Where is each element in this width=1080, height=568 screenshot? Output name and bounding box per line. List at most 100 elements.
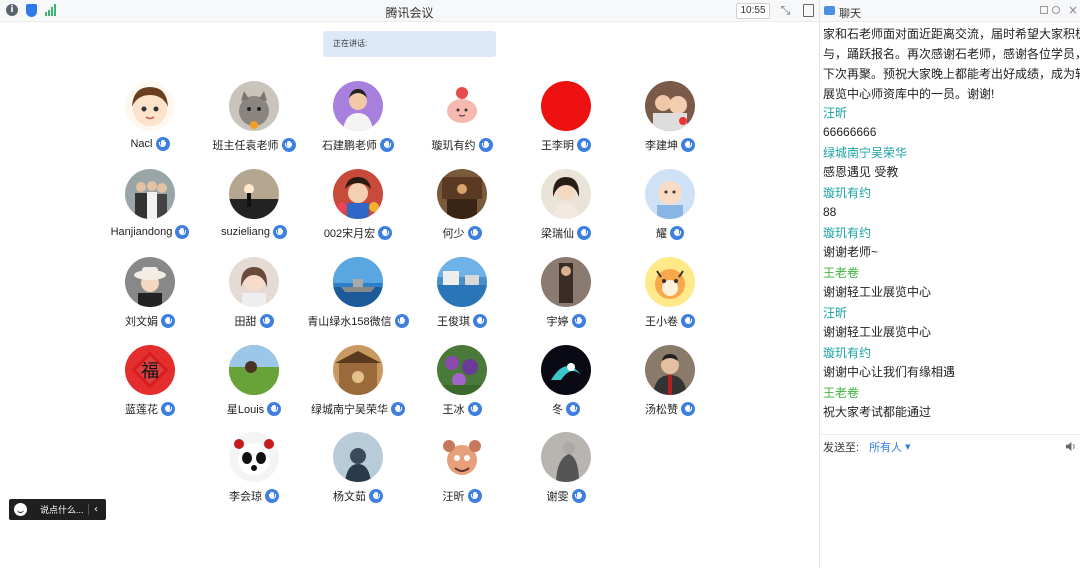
- avatar: 福: [125, 345, 175, 395]
- send-target-select[interactable]: 所有人: [869, 439, 902, 455]
- participant-name: 冬: [552, 404, 563, 416]
- mic-icon: [473, 314, 487, 328]
- mic-icon: [467, 489, 482, 503]
- speaker-icon[interactable]: [1065, 441, 1076, 452]
- participant-tile[interactable]: 李建坤: [618, 81, 722, 161]
- send-to-label: 发送至:: [823, 441, 860, 454]
- chat-sender[interactable]: 汪昕: [823, 304, 1080, 322]
- participant-tile[interactable]: 王冰: [410, 345, 514, 425]
- chat-bubble-icon: [824, 6, 835, 15]
- chat-sender[interactable]: 璇玑有约: [823, 224, 1080, 242]
- participant-tile[interactable]: 璇玑有约: [410, 81, 514, 161]
- avatar: [645, 345, 695, 395]
- participant-name: suzieliang: [221, 226, 270, 238]
- participant-tile[interactable]: 何少: [410, 169, 514, 249]
- participant-name-row: 李建坤: [618, 137, 722, 153]
- participant-tile[interactable]: 绿城南宁吴荣华: [306, 345, 410, 425]
- avatar: [541, 257, 591, 307]
- participant-tile[interactable]: 王小卷: [618, 257, 722, 337]
- say-something-label: 说点什么...: [40, 505, 84, 515]
- chat-sender[interactable]: 王老卷: [823, 384, 1080, 402]
- participant-name: 李建坤: [645, 140, 678, 152]
- chat-panel: 聊天 × 家和石老师面对面近距离交流，届时希望大家积极参 与，踊跃报名。再次感谢…: [819, 0, 1080, 568]
- participant-tile[interactable]: 杨文茹: [306, 432, 410, 512]
- collapse-chevron-icon[interactable]: ‹: [88, 504, 98, 515]
- mic-icon: [681, 402, 695, 416]
- mic-icon: [378, 226, 393, 240]
- mic-icon: [681, 138, 695, 152]
- chat-text-line: 家和石老师面对面近距离交流，届时希望大家积极参: [823, 27, 1080, 41]
- participant-tile[interactable]: 李会琼: [202, 432, 306, 512]
- participant-name-row: 梁瑞仙: [514, 225, 618, 241]
- participant-tile[interactable]: 耀: [618, 169, 722, 249]
- mic-icon: [391, 402, 405, 416]
- chat-sender[interactable]: 汪昕: [823, 104, 1080, 122]
- mic-icon: [577, 226, 591, 240]
- avatar: [333, 257, 383, 307]
- participant-name-row: Nacl: [98, 137, 202, 151]
- chat-title: 聊天: [839, 8, 861, 20]
- chat-input[interactable]: [820, 458, 1080, 568]
- chat-sender[interactable]: 璇玑有约: [823, 184, 1080, 202]
- avatar: [437, 169, 487, 219]
- participant-tile[interactable]: 汪昕: [410, 432, 514, 512]
- participant-tile[interactable]: 宇婷: [514, 257, 618, 337]
- avatar: [125, 81, 175, 131]
- participant-tile[interactable]: 青山绿水158微信: [306, 257, 410, 337]
- participant-name-row: 002宋月宏: [306, 225, 410, 241]
- caret-down-icon[interactable]: ▼: [905, 443, 910, 451]
- chat-sender[interactable]: 王老卷: [823, 264, 1080, 282]
- avatar: [229, 345, 279, 395]
- avatar: [437, 81, 487, 131]
- participant-tile[interactable]: 星Louis: [202, 345, 306, 425]
- participant-name-row: 璇玑有约: [410, 137, 514, 153]
- close-icon[interactable]: ×: [1068, 3, 1078, 17]
- chat-sender[interactable]: 璇玑有约: [823, 344, 1080, 362]
- chat-text-line: 展览中心师资库中的一员。谢谢!: [823, 87, 995, 101]
- participant-name: 宇婷: [546, 316, 569, 328]
- side-panel-toggle-icon[interactable]: [803, 4, 814, 17]
- avatar: [125, 257, 175, 307]
- participant-tile[interactable]: 王俊琪: [410, 257, 514, 337]
- participant-name: 李会琼: [229, 491, 262, 503]
- participant-name: 何少: [442, 228, 465, 240]
- participant-tile[interactable]: 冬: [514, 345, 618, 425]
- participant-tile[interactable]: 石建鹏老师: [306, 81, 410, 161]
- participant-tile[interactable]: 刘文娟: [98, 257, 202, 337]
- participant-tile[interactable]: 王李明: [514, 81, 618, 161]
- participant-name: 璇玑有约: [431, 140, 476, 152]
- participant-tile[interactable]: 谢雯: [514, 432, 618, 512]
- participant-tile[interactable]: Nacl: [98, 81, 202, 161]
- exit-fullscreen-icon[interactable]: ⤡: [779, 4, 792, 17]
- popout-icon[interactable]: [1040, 6, 1048, 14]
- chat-message-text: 谢谢中心让我们有缘相遇: [823, 365, 956, 379]
- participant-tile[interactable]: 班主任袁老师: [202, 81, 306, 161]
- smile-icon: [14, 503, 27, 516]
- participant-name: 王李明: [541, 140, 574, 152]
- participant-name-row: 青山绿水158微信: [306, 313, 410, 329]
- participant-tile[interactable]: 福 蓝莲花: [98, 345, 202, 425]
- mic-icon: [566, 402, 580, 416]
- participant-name-row: 王李明: [514, 137, 618, 153]
- avatar: [229, 81, 279, 131]
- participant-tile[interactable]: suzieliang: [202, 169, 306, 249]
- chat-message-text: 感恩遇见 受教: [823, 165, 899, 179]
- chat-message-text: 谢谢老师~: [823, 245, 879, 259]
- participant-tile[interactable]: Hanjiandong: [98, 169, 202, 249]
- chat-text-line: 与，踊跃报名。再次感谢石老师，感谢各位学员，我们: [823, 47, 1080, 61]
- avatar: [333, 169, 383, 219]
- participant-name-row: 何少: [410, 225, 514, 241]
- say-something-bar[interactable]: 说点什么... ‹: [9, 499, 106, 520]
- settings-icon[interactable]: [1052, 6, 1060, 14]
- avatar: [437, 257, 487, 307]
- participant-tile[interactable]: 002宋月宏: [306, 169, 410, 249]
- participant-tile[interactable]: 梁瑞仙: [514, 169, 618, 249]
- avatar: [437, 432, 487, 482]
- participant-name: 星Louis: [226, 404, 265, 416]
- participant-tile[interactable]: 田甜: [202, 257, 306, 337]
- avatar: [333, 432, 383, 482]
- chat-sender[interactable]: 绿城南宁吴荣华: [823, 144, 1080, 162]
- participant-tile[interactable]: 汤松赞: [618, 345, 722, 425]
- chat-message-text: 66666666: [823, 125, 877, 139]
- mic-icon: [467, 226, 482, 240]
